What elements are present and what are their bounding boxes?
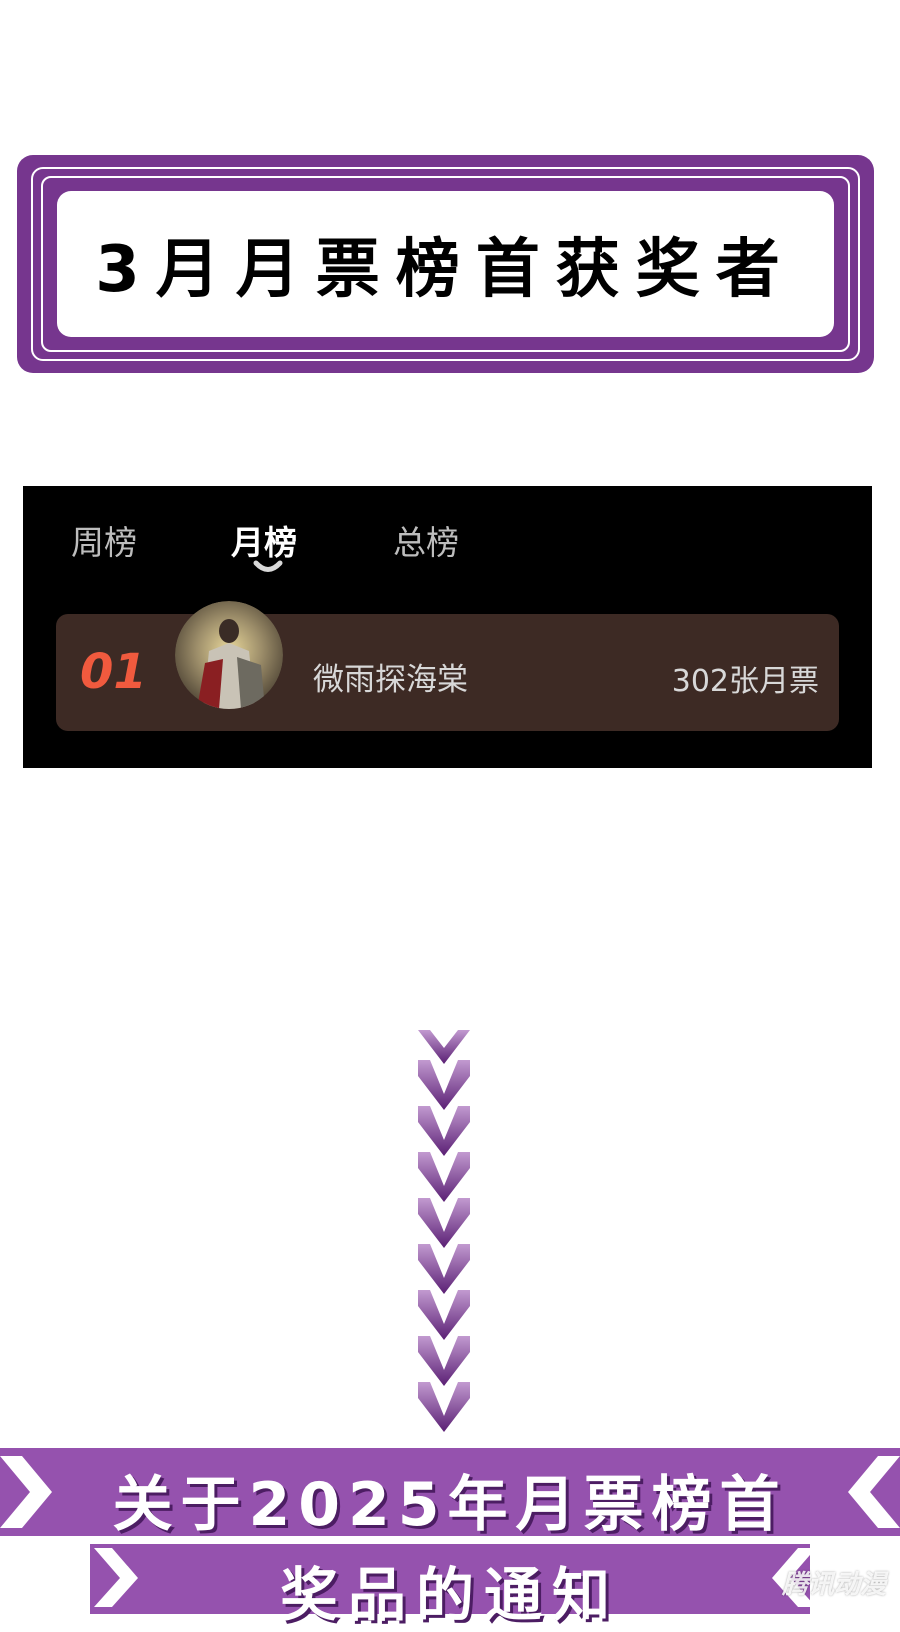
notice-title-line2: 奖品的通知: [279, 1561, 620, 1629]
tab-total[interactable]: 总榜: [393, 516, 459, 564]
rank-number: 01: [80, 644, 147, 700]
chevron-right-icon: [94, 1548, 138, 1607]
ranking-panel: 周榜 月榜 总榜 01 微雨探海棠 302张月票: [23, 486, 872, 768]
tab-weekly[interactable]: 周榜: [71, 516, 137, 564]
notice-title-line1: 关于2025年月票榜首: [112, 1470, 788, 1540]
page-title: 3月月票榜首获奖者: [95, 233, 796, 307]
ranking-row[interactable]: 01 微雨探海棠 302张月票: [56, 601, 839, 731]
ranking-tabs: 周榜 月榜 总榜: [23, 486, 872, 586]
watermark-logo: 腾讯动漫: [781, 1570, 886, 1600]
user-name: 微雨探海棠: [313, 662, 468, 698]
tab-monthly[interactable]: 月榜: [231, 516, 297, 564]
active-tab-indicator: [253, 560, 283, 572]
avatar[interactable]: [175, 601, 283, 709]
chevron-down-arrow-icon: [418, 1030, 470, 1432]
notice-banner-line2: 奖品的通知: [90, 1544, 810, 1629]
avatar-image: [175, 601, 283, 709]
title-box: 3月月票榜首获奖者: [57, 191, 834, 337]
title-banner: 3月月票榜首获奖者: [17, 155, 874, 373]
vote-count: 302张月票: [671, 664, 819, 699]
notice-banner: 关于2025年月票榜首: [0, 1448, 900, 1540]
